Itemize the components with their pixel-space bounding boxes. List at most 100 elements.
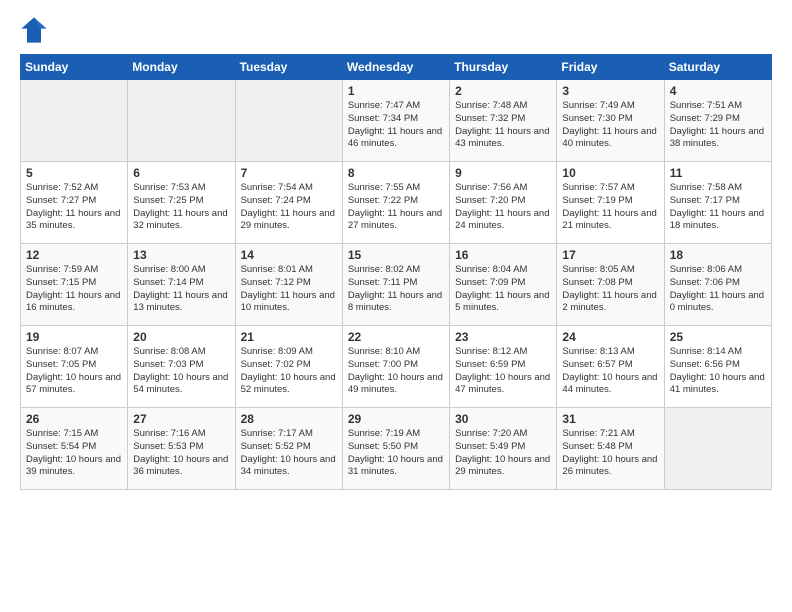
day-number: 17 [562, 248, 658, 262]
day-info: Sunrise: 8:12 AM Sunset: 6:59 PM Dayligh… [455, 346, 551, 397]
day-cell: 9 Sunrise: 7:56 AM Sunset: 7:20 PM Daylig… [450, 162, 557, 244]
day-info: Sunrise: 7:51 AM Sunset: 7:29 PM Dayligh… [670, 100, 766, 151]
col-header-wednesday: Wednesday [342, 55, 449, 80]
day-number: 12 [26, 248, 122, 262]
day-number: 15 [348, 248, 444, 262]
day-info: Sunrise: 7:56 AM Sunset: 7:20 PM Dayligh… [455, 182, 551, 233]
day-cell: 21 Sunrise: 8:09 AM Sunset: 7:02 PM Dayli… [235, 326, 342, 408]
day-cell [235, 80, 342, 162]
day-cell: 22 Sunrise: 8:10 AM Sunset: 7:00 PM Dayli… [342, 326, 449, 408]
day-info: Sunrise: 7:16 AM Sunset: 5:53 PM Dayligh… [133, 428, 229, 479]
day-number: 29 [348, 412, 444, 426]
day-number: 7 [241, 166, 337, 180]
day-cell: 20Sunrise: 8:08 AM Sunset: 7:03 PM Dayli… [128, 326, 235, 408]
day-cell [21, 80, 128, 162]
day-info: Sunrise: 7:57 AM Sunset: 7:19 PM Dayligh… [562, 182, 658, 233]
day-info: Sunrise: 7:54 AM Sunset: 7:24 PM Dayligh… [241, 182, 337, 233]
day-info: Sunrise: 8:01 AM Sunset: 7:12 PM Dayligh… [241, 264, 337, 315]
day-cell: 26 Sunrise: 7:15 AM Sunset: 5:54 PM Dayli… [21, 408, 128, 490]
day-number: 3 [562, 84, 658, 98]
day-cell [128, 80, 235, 162]
col-header-friday: Friday [557, 55, 664, 80]
day-number: 26 [26, 412, 122, 426]
day-info: Sunrise: 8:10 AM Sunset: 7:00 PM Dayligh… [348, 346, 444, 397]
day-number: 22 [348, 330, 444, 344]
day-info: Sunrise: 7:58 AM Sunset: 7:17 PM Dayligh… [670, 182, 766, 233]
day-info: Sunrise: 8:13 AM Sunset: 6:57 PM Dayligh… [562, 346, 658, 397]
day-info: Sunrise: 7:17 AM Sunset: 5:52 PM Dayligh… [241, 428, 337, 479]
day-cell: 10 Sunrise: 7:57 AM Sunset: 7:19 PM Dayli… [557, 162, 664, 244]
day-cell: 24 Sunrise: 8:13 AM Sunset: 6:57 PM Dayli… [557, 326, 664, 408]
day-number: 23 [455, 330, 551, 344]
day-number: 27 [133, 412, 229, 426]
day-cell: 6 Sunrise: 7:53 AM Sunset: 7:25 PM Daylig… [128, 162, 235, 244]
day-info: Sunrise: 7:53 AM Sunset: 7:25 PM Dayligh… [133, 182, 229, 233]
day-number: 11 [670, 166, 766, 180]
day-info: Sunrise: 8:04 AM Sunset: 7:09 PM Dayligh… [455, 264, 551, 315]
week-row-4: 26 Sunrise: 7:15 AM Sunset: 5:54 PM Dayli… [21, 408, 772, 490]
day-cell: 8Sunrise: 7:55 AM Sunset: 7:22 PM Daylig… [342, 162, 449, 244]
day-cell: 15 Sunrise: 8:02 AM Sunset: 7:11 PM Dayli… [342, 244, 449, 326]
day-number: 1 [348, 84, 444, 98]
col-header-sunday: Sunday [21, 55, 128, 80]
day-cell: 1Sunrise: 7:47 AM Sunset: 7:34 PM Daylig… [342, 80, 449, 162]
week-row-2: 12Sunrise: 7:59 AM Sunset: 7:15 PM Dayli… [21, 244, 772, 326]
day-number: 25 [670, 330, 766, 344]
day-cell: 2 Sunrise: 7:48 AM Sunset: 7:32 PM Daylig… [450, 80, 557, 162]
day-cell: 11 Sunrise: 7:58 AM Sunset: 7:17 PM Dayli… [664, 162, 771, 244]
day-info: Sunrise: 8:05 AM Sunset: 7:08 PM Dayligh… [562, 264, 658, 315]
day-cell: 28 Sunrise: 7:17 AM Sunset: 5:52 PM Dayli… [235, 408, 342, 490]
day-number: 30 [455, 412, 551, 426]
day-cell: 17 Sunrise: 8:05 AM Sunset: 7:08 PM Dayli… [557, 244, 664, 326]
day-cell: 19 Sunrise: 8:07 AM Sunset: 7:05 PM Dayli… [21, 326, 128, 408]
day-info: Sunrise: 7:52 AM Sunset: 7:27 PM Dayligh… [26, 182, 122, 233]
day-info: Sunrise: 7:15 AM Sunset: 5:54 PM Dayligh… [26, 428, 122, 479]
day-info: Sunrise: 7:49 AM Sunset: 7:30 PM Dayligh… [562, 100, 658, 151]
col-header-saturday: Saturday [664, 55, 771, 80]
day-info: Sunrise: 8:14 AM Sunset: 6:56 PM Dayligh… [670, 346, 766, 397]
day-number: 19 [26, 330, 122, 344]
day-cell: 3 Sunrise: 7:49 AM Sunset: 7:30 PM Daylig… [557, 80, 664, 162]
day-info: Sunrise: 8:09 AM Sunset: 7:02 PM Dayligh… [241, 346, 337, 397]
day-cell: 16 Sunrise: 8:04 AM Sunset: 7:09 PM Dayli… [450, 244, 557, 326]
day-info: Sunrise: 8:00 AM Sunset: 7:14 PM Dayligh… [133, 264, 229, 315]
header-row: SundayMondayTuesdayWednesdayThursdayFrid… [21, 55, 772, 80]
day-cell: 23 Sunrise: 8:12 AM Sunset: 6:59 PM Dayli… [450, 326, 557, 408]
day-info: Sunrise: 7:20 AM Sunset: 5:49 PM Dayligh… [455, 428, 551, 479]
day-number: 16 [455, 248, 551, 262]
day-info: Sunrise: 7:55 AM Sunset: 7:22 PM Dayligh… [348, 182, 444, 233]
day-info: Sunrise: 8:06 AM Sunset: 7:06 PM Dayligh… [670, 264, 766, 315]
col-header-tuesday: Tuesday [235, 55, 342, 80]
day-number: 13 [133, 248, 229, 262]
day-cell: 7 Sunrise: 7:54 AM Sunset: 7:24 PM Daylig… [235, 162, 342, 244]
page-container: SundayMondayTuesdayWednesdayThursdayFrid… [0, 0, 792, 612]
day-cell: 14 Sunrise: 8:01 AM Sunset: 7:12 PM Dayli… [235, 244, 342, 326]
day-number: 20 [133, 330, 229, 344]
day-cell: 29 Sunrise: 7:19 AM Sunset: 5:50 PM Dayli… [342, 408, 449, 490]
day-info: Sunrise: 7:48 AM Sunset: 7:32 PM Dayligh… [455, 100, 551, 151]
day-number: 6 [133, 166, 229, 180]
calendar-table: SundayMondayTuesdayWednesdayThursdayFrid… [20, 54, 772, 490]
col-header-thursday: Thursday [450, 55, 557, 80]
day-number: 24 [562, 330, 658, 344]
day-number: 14 [241, 248, 337, 262]
day-cell: 31Sunrise: 7:21 AM Sunset: 5:48 PM Dayli… [557, 408, 664, 490]
week-row-0: 1Sunrise: 7:47 AM Sunset: 7:34 PM Daylig… [21, 80, 772, 162]
day-cell: 30 Sunrise: 7:20 AM Sunset: 5:49 PM Dayli… [450, 408, 557, 490]
day-number: 4 [670, 84, 766, 98]
day-info: Sunrise: 7:19 AM Sunset: 5:50 PM Dayligh… [348, 428, 444, 479]
day-info: Sunrise: 8:07 AM Sunset: 7:05 PM Dayligh… [26, 346, 122, 397]
day-info: Sunrise: 8:02 AM Sunset: 7:11 PM Dayligh… [348, 264, 444, 315]
day-number: 2 [455, 84, 551, 98]
day-number: 10 [562, 166, 658, 180]
day-cell: 27 Sunrise: 7:16 AM Sunset: 5:53 PM Dayli… [128, 408, 235, 490]
day-number: 28 [241, 412, 337, 426]
day-cell: 5 Sunrise: 7:52 AM Sunset: 7:27 PM Daylig… [21, 162, 128, 244]
day-cell: 4 Sunrise: 7:51 AM Sunset: 7:29 PM Daylig… [664, 80, 771, 162]
day-number: 9 [455, 166, 551, 180]
day-cell: 12Sunrise: 7:59 AM Sunset: 7:15 PM Dayli… [21, 244, 128, 326]
day-info: Sunrise: 7:21 AM Sunset: 5:48 PM Dayligh… [562, 428, 658, 479]
day-cell: 25 Sunrise: 8:14 AM Sunset: 6:56 PM Dayli… [664, 326, 771, 408]
day-number: 21 [241, 330, 337, 344]
day-number: 5 [26, 166, 122, 180]
